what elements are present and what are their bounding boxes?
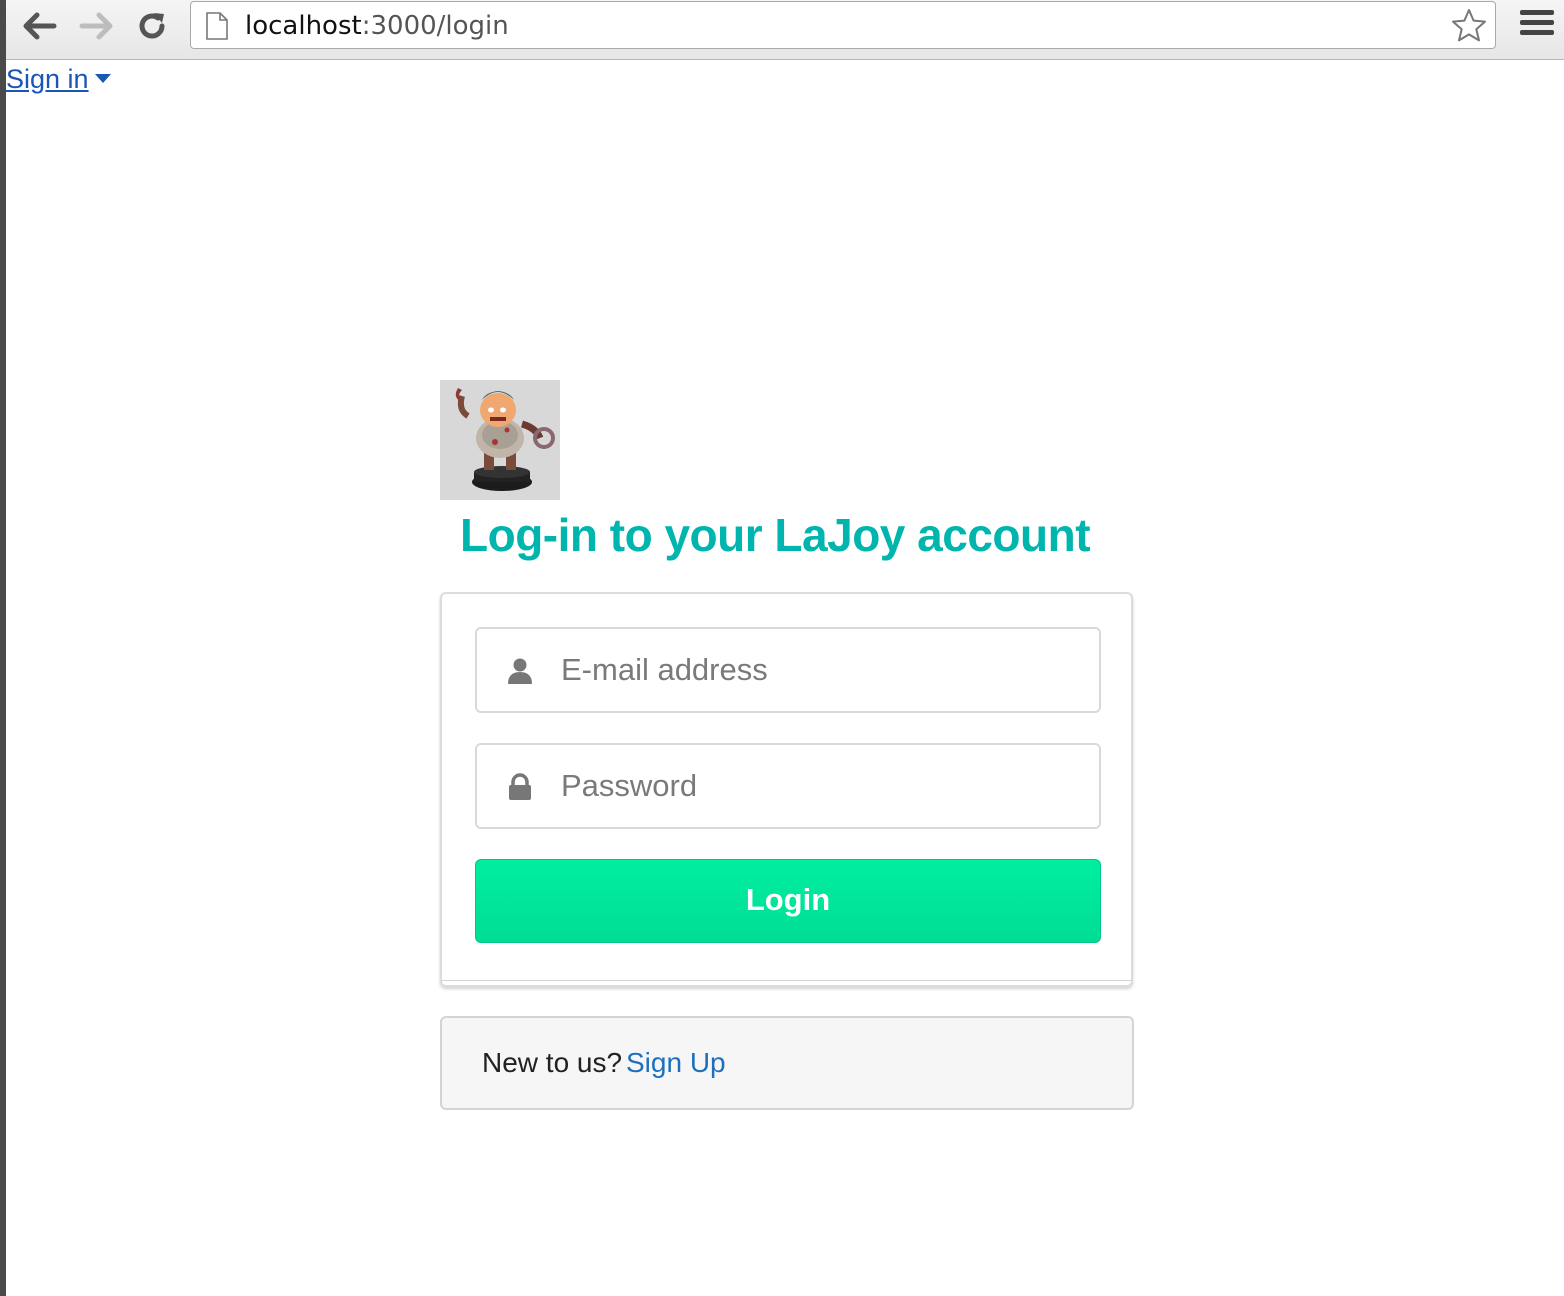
reload-icon bbox=[139, 13, 165, 39]
caret-down-icon bbox=[94, 74, 111, 84]
hamburger-menu-icon[interactable] bbox=[1520, 10, 1554, 40]
url-text[interactable]: localhost:3000/login bbox=[245, 11, 509, 41]
page-title: Log-in to your LaJoy account bbox=[460, 509, 1091, 561]
menu-bar bbox=[1520, 20, 1554, 25]
page-icon bbox=[206, 12, 228, 40]
signup-link[interactable]: Sign Up bbox=[626, 1047, 726, 1079]
url-path: :3000/login bbox=[361, 11, 509, 41]
email-field-wrapper[interactable] bbox=[475, 627, 1101, 713]
browser-toolbar: localhost:3000/login bbox=[6, 0, 1564, 60]
forward-button[interactable] bbox=[74, 6, 118, 46]
reload-button[interactable] bbox=[130, 6, 174, 46]
menu-bar bbox=[1520, 10, 1554, 15]
logo-image bbox=[440, 380, 560, 500]
arrow-right-icon bbox=[79, 12, 113, 40]
window-edge bbox=[0, 0, 6, 1296]
url-host: localhost bbox=[245, 11, 362, 41]
star-icon[interactable] bbox=[1451, 8, 1487, 44]
menu-bar bbox=[1520, 30, 1554, 35]
password-input[interactable] bbox=[561, 745, 1081, 827]
password-field-wrapper[interactable] bbox=[475, 743, 1101, 829]
lock-icon bbox=[509, 773, 531, 800]
login-button[interactable]: Login bbox=[475, 859, 1101, 943]
email-input[interactable] bbox=[561, 629, 1081, 711]
login-form: Login bbox=[440, 592, 1133, 987]
signin-label: Sign in bbox=[6, 64, 89, 94]
address-bar[interactable]: localhost:3000/login bbox=[190, 1, 1496, 49]
signin-dropdown[interactable]: Sign in bbox=[6, 64, 111, 95]
arrow-left-icon bbox=[23, 12, 57, 40]
user-icon bbox=[508, 658, 532, 684]
figurine-image bbox=[440, 380, 560, 500]
back-button[interactable] bbox=[18, 6, 62, 46]
signup-message: New to us? Sign Up bbox=[440, 1016, 1134, 1110]
signup-prompt: New to us? bbox=[482, 1047, 623, 1078]
